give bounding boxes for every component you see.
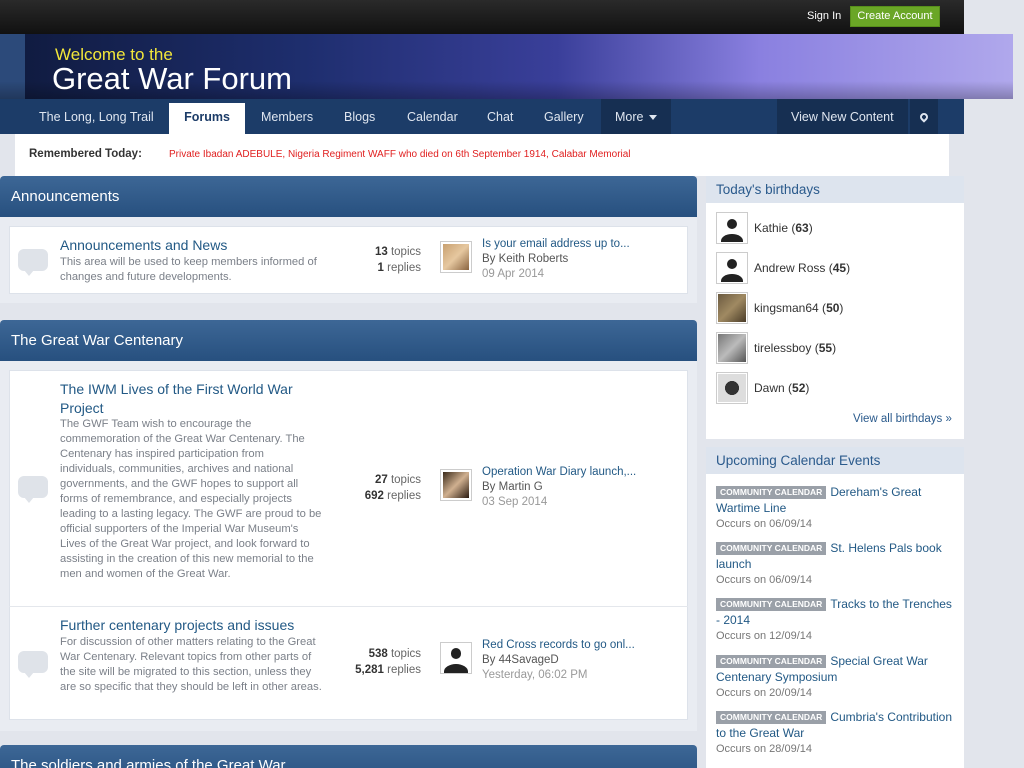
nav-blogs[interactable]: Blogs	[344, 99, 375, 134]
forum-row: Further centenary projects and issues Fo…	[9, 607, 688, 720]
forum-title[interactable]: The IWM Lives of the First World War Pro…	[60, 380, 322, 418]
create-account-button[interactable]: Create Account	[850, 6, 940, 27]
last-post-author[interactable]: By Keith Roberts	[482, 253, 568, 265]
nav-forums[interactable]: Forums	[169, 103, 245, 134]
avatar[interactable]	[716, 212, 748, 244]
forum-description: This area will be used to keep members i…	[60, 256, 317, 283]
forum-read-icon	[18, 249, 48, 276]
sign-in-link[interactable]: Sign In	[807, 10, 841, 22]
event-date: Occurs on 12/09/14	[716, 630, 813, 642]
calendar-events-header: Upcoming Calendar Events	[706, 447, 964, 474]
chevron-down-icon	[649, 115, 658, 121]
calendar-tag: COMMUNITY CALENDAR	[716, 486, 827, 499]
calendar-tag: COMMUNITY CALENDAR	[716, 542, 827, 555]
last-poster-avatar[interactable]	[440, 241, 472, 273]
last-post-date: 03 Sep 2014	[482, 496, 548, 508]
avatar[interactable]	[716, 372, 748, 404]
nav-gallery[interactable]: Gallery	[544, 99, 584, 134]
topics-label: topics	[390, 246, 421, 258]
topics-label: topics	[390, 648, 421, 660]
last-post-title[interactable]: Operation War Diary launch,...	[482, 466, 636, 478]
nav-view-new-content[interactable]: View New Content	[777, 99, 908, 134]
last-post-date: Yesterday, 06:02 PM	[482, 669, 588, 681]
forum-description: The GWF Team wish to encourage the comme…	[60, 418, 322, 580]
birthday-age: 55	[818, 341, 833, 355]
last-post-author[interactable]: By 44SavageD	[482, 654, 559, 666]
forum-row: Announcements and News This area will be…	[9, 226, 688, 294]
top-bar: Sign In Create Account	[0, 0, 964, 34]
topics-count: 13	[374, 246, 388, 258]
last-poster-avatar[interactable]	[440, 642, 472, 674]
last-poster-avatar[interactable]	[440, 469, 472, 501]
avatar[interactable]	[716, 292, 748, 324]
event-date: Occurs on 28/09/14	[716, 743, 813, 755]
forum-stats: 27 topics 692 replies	[330, 472, 421, 504]
birthday-age: 45	[832, 261, 847, 275]
replies-count: 1	[377, 262, 384, 274]
calendar-event: COMMUNITY CALENDAR Tracks to the Trenches…	[716, 596, 956, 644]
forum-description: For discussion of other matters relating…	[60, 636, 322, 693]
replies-label: replies	[387, 664, 421, 676]
birthday-name[interactable]: Dawn	[754, 381, 785, 395]
calendar-event: COMMUNITY CALENDAR Cumbria's Contribution…	[716, 709, 956, 757]
replies-count: 692	[364, 490, 384, 502]
nav-more-label: More	[615, 110, 644, 124]
forum-title[interactable]: Announcements and News	[60, 236, 227, 255]
nav-long-long-trail[interactable]: The Long, Long Trail	[39, 99, 154, 134]
main-nav: The Long, Long Trail Forums Members Blog…	[0, 99, 964, 134]
last-post-title[interactable]: Is your email address up to...	[482, 238, 630, 250]
category-header-centenary[interactable]: The Great War Centenary	[0, 320, 697, 361]
birthday-age: 63	[795, 221, 809, 235]
nav-chat[interactable]: Chat	[487, 99, 513, 134]
category-header-soldiers[interactable]: The soldiers and armies of the Great War	[0, 745, 697, 768]
last-post-author[interactable]: By Martin G	[482, 481, 543, 493]
calendar-event: COMMUNITY CALENDAR Dereham's Great Wartim…	[716, 484, 956, 532]
birthday-name[interactable]: kingsman64	[754, 301, 819, 315]
birthday-name[interactable]: tirelessboy	[754, 341, 811, 355]
calendar-tag: COMMUNITY CALENDAR	[716, 598, 827, 611]
forum-read-icon	[18, 651, 48, 678]
map-pin-icon[interactable]	[910, 99, 938, 134]
forum-stats: 13 topics 1 replies	[330, 244, 421, 276]
forum-read-icon	[18, 476, 48, 503]
nav-calendar[interactable]: Calendar	[407, 99, 458, 134]
last-post-title[interactable]: Red Cross records to go onl...	[482, 639, 635, 651]
replies-label: replies	[387, 490, 421, 502]
topics-label: topics	[390, 474, 421, 486]
event-date: Occurs on 06/09/14	[716, 574, 813, 586]
site-banner: Welcome to the Great War Forum	[0, 34, 1013, 99]
topics-count: 27	[374, 474, 388, 486]
calendar-event: COMMUNITY CALENDAR Special Great War Cent…	[716, 653, 956, 701]
avatar[interactable]	[716, 252, 748, 284]
remembered-today-label: Remembered Today:	[29, 148, 142, 160]
view-all-birthdays-link[interactable]: View all birthdays »	[853, 413, 952, 425]
avatar[interactable]	[716, 332, 748, 364]
replies-count: 5,281	[355, 664, 384, 676]
birthday-age: 50	[826, 301, 840, 315]
calendar-event: COMMUNITY CALENDAR St. Helens Pals book l…	[716, 540, 956, 588]
site-logo-title[interactable]: Great War Forum	[52, 61, 292, 97]
category-body-announcements: Announcements and News This area will be…	[0, 217, 697, 303]
calendar-tag: COMMUNITY CALENDAR	[716, 655, 827, 668]
birthday-age: 52	[792, 381, 806, 395]
forum-title[interactable]: Further centenary projects and issues	[60, 616, 294, 635]
forum-stats: 538 topics 5,281 replies	[330, 646, 421, 678]
remembered-today-bar: Remembered Today: Private Ibadan ADEBULE…	[15, 134, 949, 176]
remembered-today-message[interactable]: Private Ibadan ADEBULE, Nigeria Regiment…	[169, 149, 631, 160]
birthday-name[interactable]: Andrew Ross	[754, 261, 825, 275]
calendar-tag: COMMUNITY CALENDAR	[716, 711, 827, 724]
birthdays-header: Today's birthdays	[706, 176, 964, 203]
last-post-date: 09 Apr 2014	[482, 268, 545, 280]
forum-row: The IWM Lives of the First World War Pro…	[9, 370, 688, 606]
event-date: Occurs on 06/09/14	[716, 518, 813, 530]
birthday-name[interactable]: Kathie	[754, 221, 788, 235]
category-body-centenary: The IWM Lives of the First World War Pro…	[0, 361, 697, 731]
category-header-announcements[interactable]: Announcements	[0, 176, 697, 217]
nav-members[interactable]: Members	[261, 99, 313, 134]
event-date: Occurs on 20/09/14	[716, 687, 813, 699]
replies-label: replies	[387, 262, 421, 274]
nav-more[interactable]: More	[601, 99, 672, 134]
topics-count: 538	[368, 648, 388, 660]
